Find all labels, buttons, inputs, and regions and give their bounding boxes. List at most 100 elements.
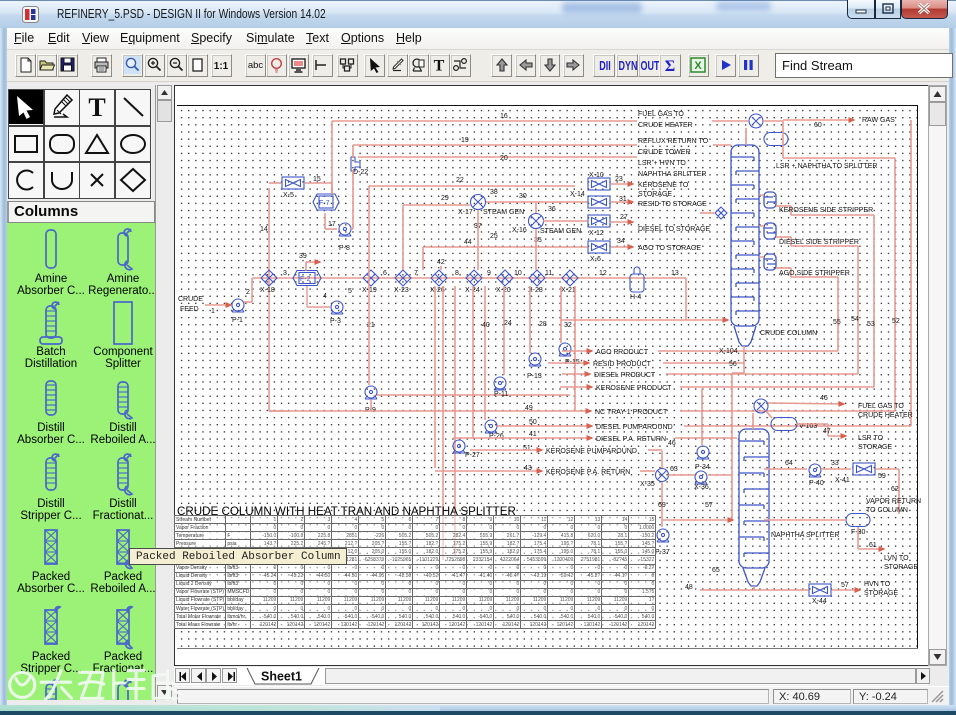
svg-text:65: 65 [712,567,720,574]
svg-text:14: 14 [260,226,268,233]
svg-text:STORAGE: STORAGE [864,590,898,597]
svg-text:KEROSENE P.A. RETURN: KEROSENE P.A. RETURN [546,469,630,476]
svg-text:STEAM GEN: STEAM GEN [540,228,581,235]
svg-text:LSR + NAPHTHA TO SPLITTER: LSR + NAPHTHA TO SPLITTER [776,163,877,170]
svg-text:X-104: X-104 [719,348,738,355]
svg-text:H-4: H-4 [630,294,641,301]
svg-text:61: 61 [869,542,877,549]
svg-text:KEROSENE PRODUCT: KEROSENE PRODUCT [596,385,672,392]
svg-text:21: 21 [367,322,375,329]
svg-text:40: 40 [482,322,490,329]
svg-text:P-8: P-8 [339,245,350,252]
svg-text:25: 25 [490,233,498,240]
svg-text:CRUDE HEATER: CRUDE HEATER [858,412,913,419]
svg-text:P-34: P-34 [695,464,710,471]
svg-text:69: 69 [658,502,666,509]
svg-text:P-3: P-3 [330,318,341,325]
svg-text:abc: abc [247,60,263,71]
svg-text:36: 36 [548,206,556,213]
svg-text:20: 20 [500,155,508,162]
svg-text:FUEL GAS TO: FUEL GAS TO [858,403,904,410]
svg-text:X-12: X-12 [589,230,604,237]
svg-text:X-6: X-6 [590,256,601,263]
svg-text:24: 24 [504,320,512,327]
svg-text:P-1: P-1 [232,317,243,324]
svg-text:X-17: X-17 [458,209,473,216]
svg-text:KEROSENE PUMPAROUND: KEROSENE PUMPAROUND [546,448,637,455]
svg-text:53: 53 [867,321,875,328]
svg-text:STORAGE: STORAGE [884,564,918,571]
svg-text:48: 48 [685,584,693,591]
svg-text:46: 46 [820,395,828,402]
svg-text:F-7: F-7 [319,200,330,207]
svg-text:T: T [434,58,445,75]
svg-text:42: 42 [437,259,445,266]
svg-text:P-40: P-40 [809,480,824,487]
svg-text:4: 4 [323,293,327,300]
svg-text:1: 1 [211,308,215,315]
svg-text:Σ: Σ [665,58,675,74]
svg-text:17: 17 [328,221,336,228]
svg-text:CRUDE COLUMN: CRUDE COLUMN [760,330,817,337]
svg-text:10: 10 [514,270,522,277]
svg-text:34: 34 [617,238,625,245]
svg-text:CRUDE TOWER: CRUDE TOWER [638,149,691,156]
svg-text:62: 62 [891,486,899,493]
svg-text:8: 8 [455,270,459,277]
svg-text:P-13: P-13 [527,373,542,380]
svg-text:VAPOR RETURN: VAPOR RETURN [866,498,921,505]
svg-text:CRUDE HEATER: CRUDE HEATER [638,122,693,129]
svg-text:X-14: X-14 [570,191,585,198]
svg-text:X-10: X-10 [589,172,604,179]
svg-text:RESID TO STORAGE: RESID TO STORAGE [638,201,707,208]
svg-text:52: 52 [892,318,900,325]
svg-text:57: 57 [841,582,849,589]
svg-text:7: 7 [414,270,418,277]
svg-text:TO COLUMN: TO COLUMN [866,507,908,514]
svg-text:F-2: F-2 [300,276,311,283]
svg-text:LSR + HVN TO: LSR + HVN TO [638,160,686,167]
svg-text:9: 9 [487,270,491,277]
svg-text:STORAGE: STORAGE [638,191,672,198]
svg-text:55: 55 [833,319,841,326]
svg-text:P-26: P-26 [489,433,504,440]
svg-text:31: 31 [619,196,627,203]
svg-text:DIESEL TO STORAGE: DIESEL TO STORAGE [638,226,710,233]
svg-text:X-35: X-35 [640,481,655,488]
svg-text:NC TRAY-1 PRODUCT: NC TRAY-1 PRODUCT [595,409,668,416]
svg-text:KEROSENE TO: KEROSENE TO [638,182,689,189]
svg-text:LVN TO: LVN TO [884,555,909,562]
svg-text:DIESEL PUMPAROUND: DIESEL PUMPAROUND [596,424,673,431]
svg-text:AGO TO STORAGE: AGO TO STORAGE [638,245,701,252]
svg-text:57: 57 [705,502,713,509]
svg-text:P-11: P-11 [494,391,508,398]
svg-text:30: 30 [519,193,527,200]
svg-text:54: 54 [851,316,859,323]
svg-text:41: 41 [529,431,537,438]
svg-text:1:1: 1:1 [214,61,229,72]
svg-text:HVN TO: HVN TO [864,581,891,588]
svg-text:39: 39 [299,253,307,260]
svg-text:28: 28 [539,321,547,328]
svg-text:CRUDE: CRUDE [178,296,203,303]
svg-text:OUT: OUT [640,60,659,74]
svg-text:DIESEL P.A. RETURN: DIESEL P.A. RETURN [596,436,666,443]
svg-text:DYN: DYN [618,60,637,74]
svg-text:T: T [89,93,106,122]
svg-text:NAPHTHA SPLITTER: NAPHTHA SPLITTER [771,532,839,539]
svg-text:X-16: X-16 [512,227,527,234]
svg-text:60: 60 [814,122,822,129]
svg-text:NAPHTHA SPLITTER: NAPHTHA SPLITTER [638,171,706,178]
svg-text:2: 2 [246,289,250,296]
svg-text:X-21: X-21 [561,287,576,294]
svg-text:15: 15 [313,176,321,183]
svg-text:X-23: X-23 [394,287,409,294]
svg-text:KEROSENE SIDE STRIPPER: KEROSENE SIDE STRIPPER [779,207,873,214]
svg-text:X: X [694,60,702,72]
svg-text:X-5: X-5 [283,192,294,199]
svg-text:22: 22 [456,177,464,184]
svg-text:27: 27 [620,214,628,221]
svg-text:STEAM GEN: STEAM GEN [483,209,524,216]
svg-text:32: 32 [564,322,572,329]
svg-text:6: 6 [383,270,387,277]
